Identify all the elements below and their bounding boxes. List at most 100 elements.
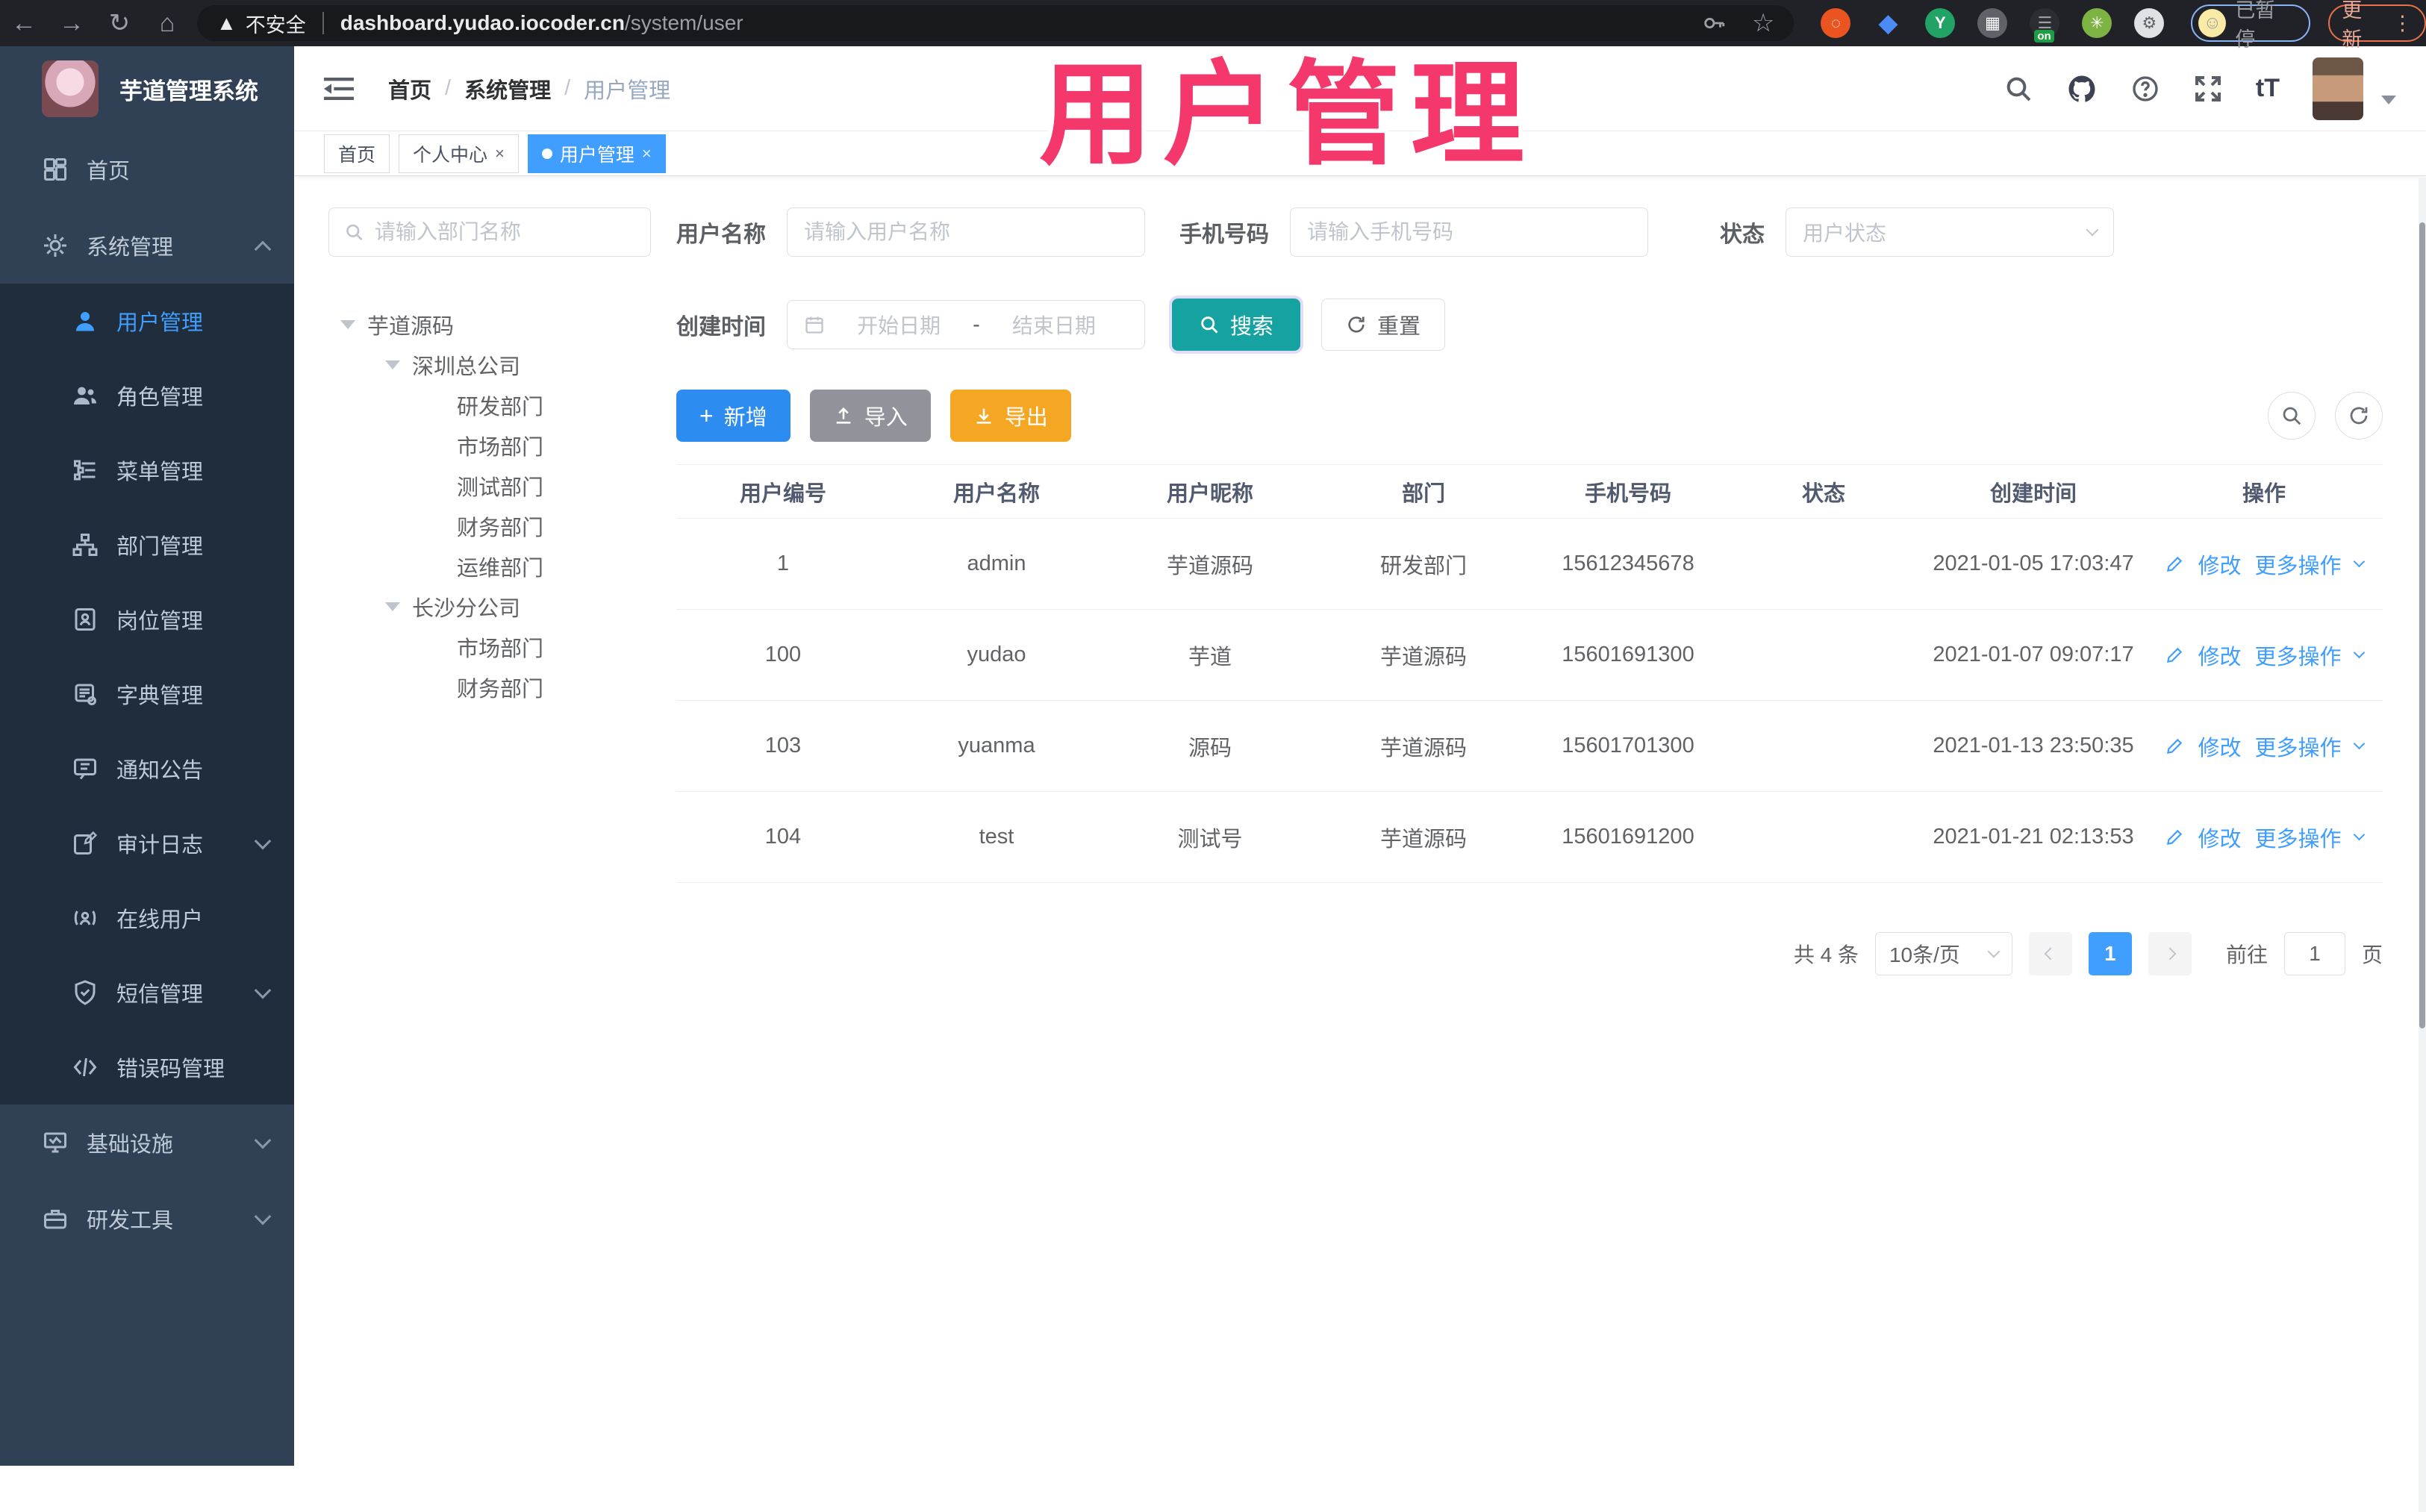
extension-leaf-icon[interactable]: ✳	[2082, 8, 2112, 38]
search-icon[interactable]	[2004, 74, 2033, 104]
bookmark-star-icon[interactable]: ☆	[1752, 8, 1774, 38]
chevron-down-icon[interactable]	[2353, 737, 2365, 750]
help-icon[interactable]	[2130, 74, 2160, 104]
refresh-table-button[interactable]	[2335, 392, 2383, 440]
toggle-search-button[interactable]	[2268, 392, 2316, 440]
extensions-puzzle-icon[interactable]: ⚙	[2134, 8, 2165, 38]
browser-forward-icon[interactable]: →	[48, 9, 96, 38]
sidebar-item-notice[interactable]: 通知公告	[0, 731, 294, 806]
prev-page-button[interactable]	[2028, 932, 2072, 975]
current-page[interactable]: 1	[2088, 932, 2132, 975]
page-size-select[interactable]: 10条/页	[1874, 932, 2012, 975]
edit-action[interactable]: 修改	[2198, 549, 2241, 580]
edit-action[interactable]: 修改	[2198, 640, 2241, 671]
sidebar-collapse-icon[interactable]	[324, 76, 354, 101]
window-scrollbar[interactable]	[2419, 178, 2426, 1512]
browser-reload-icon[interactable]: ↻	[96, 8, 143, 38]
add-button[interactable]: + 新增	[676, 390, 791, 442]
caret-down-icon[interactable]	[385, 602, 400, 611]
import-button[interactable]: 导入	[809, 390, 931, 442]
extension-orange-icon[interactable]: ◌	[1821, 8, 1851, 38]
status-select[interactable]: 用户状态	[1786, 207, 2114, 257]
sidebar-item-infra[interactable]: 基础设施	[0, 1105, 294, 1181]
breadcrumb-system[interactable]: 系统管理	[464, 73, 551, 104]
browser-profile-chip[interactable]: ☺ 已暂停	[2191, 0, 2311, 51]
tab-home[interactable]: 首页	[324, 134, 390, 173]
sidebar-item-user-management[interactable]: 用户管理	[0, 284, 294, 358]
sidebar-item-system[interactable]: 系统管理	[0, 207, 294, 284]
sidebar-item-dev-tools[interactable]: 研发工具	[0, 1181, 294, 1257]
browser-update-button[interactable]: 更新 ⋮	[2328, 0, 2426, 51]
active-dot-icon	[541, 148, 552, 159]
reset-button[interactable]: 重置	[1321, 299, 1445, 351]
mobile-input[interactable]	[1307, 220, 1631, 244]
tree-node-company[interactable]: 长沙分公司	[328, 587, 651, 627]
breadcrumb-home[interactable]: 首页	[388, 73, 431, 104]
next-page-button[interactable]	[2148, 932, 2192, 975]
extension-blue-icon[interactable]: ◆	[1873, 8, 1903, 38]
sidebar-item-sms[interactable]: 短信管理	[0, 955, 294, 1030]
browser-back-icon[interactable]: ←	[0, 9, 48, 38]
tab-profile[interactable]: 个人中心 ×	[399, 134, 519, 173]
username-field[interactable]	[787, 207, 1145, 257]
dept-search-box[interactable]	[328, 207, 651, 257]
sidebar-item-home[interactable]: 首页	[0, 131, 294, 207]
dept-search-input[interactable]	[374, 220, 635, 244]
scrollbar-thumb[interactable]	[2419, 222, 2425, 1028]
close-icon[interactable]: ×	[642, 144, 652, 163]
goto-page-input[interactable]	[2283, 932, 2345, 975]
sidebar-item-online-users[interactable]: 在线用户	[0, 881, 294, 955]
chevron-up-icon	[254, 240, 272, 258]
sidebar-item-error-code[interactable]: 错误码管理	[0, 1030, 294, 1105]
tree-node-dept[interactable]: 财务部门	[328, 667, 651, 707]
sidebar-item-role-management[interactable]: 角色管理	[0, 358, 294, 433]
chevron-down-icon[interactable]	[2353, 555, 2365, 568]
monitor-icon	[42, 1129, 69, 1156]
chevron-down-icon[interactable]	[2353, 828, 2365, 841]
avatar-caret-icon[interactable]	[2381, 95, 2396, 104]
tab-user-management[interactable]: 用户管理 ×	[527, 134, 666, 173]
sidebar-item-dept-management[interactable]: 部门管理	[0, 507, 294, 582]
more-actions[interactable]: 更多操作	[2255, 731, 2342, 762]
mobile-field[interactable]	[1290, 207, 1648, 257]
edit-action[interactable]: 修改	[2198, 731, 2241, 762]
export-button[interactable]: 导出	[949, 390, 1071, 442]
user-avatar[interactable]	[2313, 57, 2363, 120]
sidebar-item-audit-log[interactable]: 审计日志	[0, 806, 294, 881]
sidebar-item-post-management[interactable]: 岗位管理	[0, 582, 294, 657]
tree-node-dept[interactable]: 市场部门	[328, 425, 651, 466]
search-button[interactable]: 搜索	[1172, 299, 1300, 351]
caret-down-icon[interactable]	[340, 320, 355, 329]
extension-switch-icon[interactable]: ☰ on	[2030, 8, 2060, 43]
browser-home-icon[interactable]: ⌂	[143, 9, 191, 38]
sidebar-item-menu-management[interactable]: 菜单管理	[0, 433, 294, 507]
edit-action[interactable]: 修改	[2198, 822, 2241, 853]
tree-node-dept[interactable]: 运维部门	[328, 546, 651, 587]
tree-node-dept[interactable]: 测试部门	[328, 466, 651, 506]
more-actions[interactable]: 更多操作	[2255, 640, 2342, 671]
address-bar[interactable]: ▲ 不安全 dashboard.yudao.iocoder.cn /system…	[197, 5, 1794, 41]
extension-grid-icon[interactable]: ▦	[1977, 8, 2008, 38]
more-actions[interactable]: 更多操作	[2255, 549, 2342, 580]
username-input[interactable]	[804, 220, 1128, 244]
tree-node-company[interactable]: 深圳总公司	[328, 345, 651, 385]
more-actions[interactable]: 更多操作	[2255, 822, 2342, 853]
sidebar-item-dict-management[interactable]: 字典管理	[0, 657, 294, 731]
tree-node-root[interactable]: 芋道源码	[328, 304, 651, 345]
font-size-icon[interactable]: tT	[2256, 74, 2280, 103]
tree-node-dept[interactable]: 市场部门	[328, 627, 651, 667]
close-icon[interactable]: ×	[495, 144, 505, 163]
chevron-down-icon[interactable]	[2353, 646, 2365, 659]
tree-node-dept[interactable]: 财务部门	[328, 506, 651, 546]
tree-node-dept[interactable]: 研发部门	[328, 385, 651, 425]
date-range-picker[interactable]: 开始日期 - 结束日期	[787, 300, 1145, 349]
fullscreen-icon[interactable]	[2193, 74, 2223, 104]
github-icon[interactable]	[2066, 73, 2098, 104]
key-icon[interactable]	[1701, 10, 1727, 36]
extension-green-icon[interactable]: Y	[1925, 8, 1956, 38]
app-logo-row[interactable]: 芋道管理系统	[0, 46, 294, 131]
security-chip[interactable]: ▲ 不安全	[216, 9, 306, 38]
kebab-menu-icon[interactable]: ⋮	[2392, 12, 2413, 35]
caret-down-icon[interactable]	[385, 360, 400, 369]
chevron-down-icon	[254, 1131, 272, 1149]
